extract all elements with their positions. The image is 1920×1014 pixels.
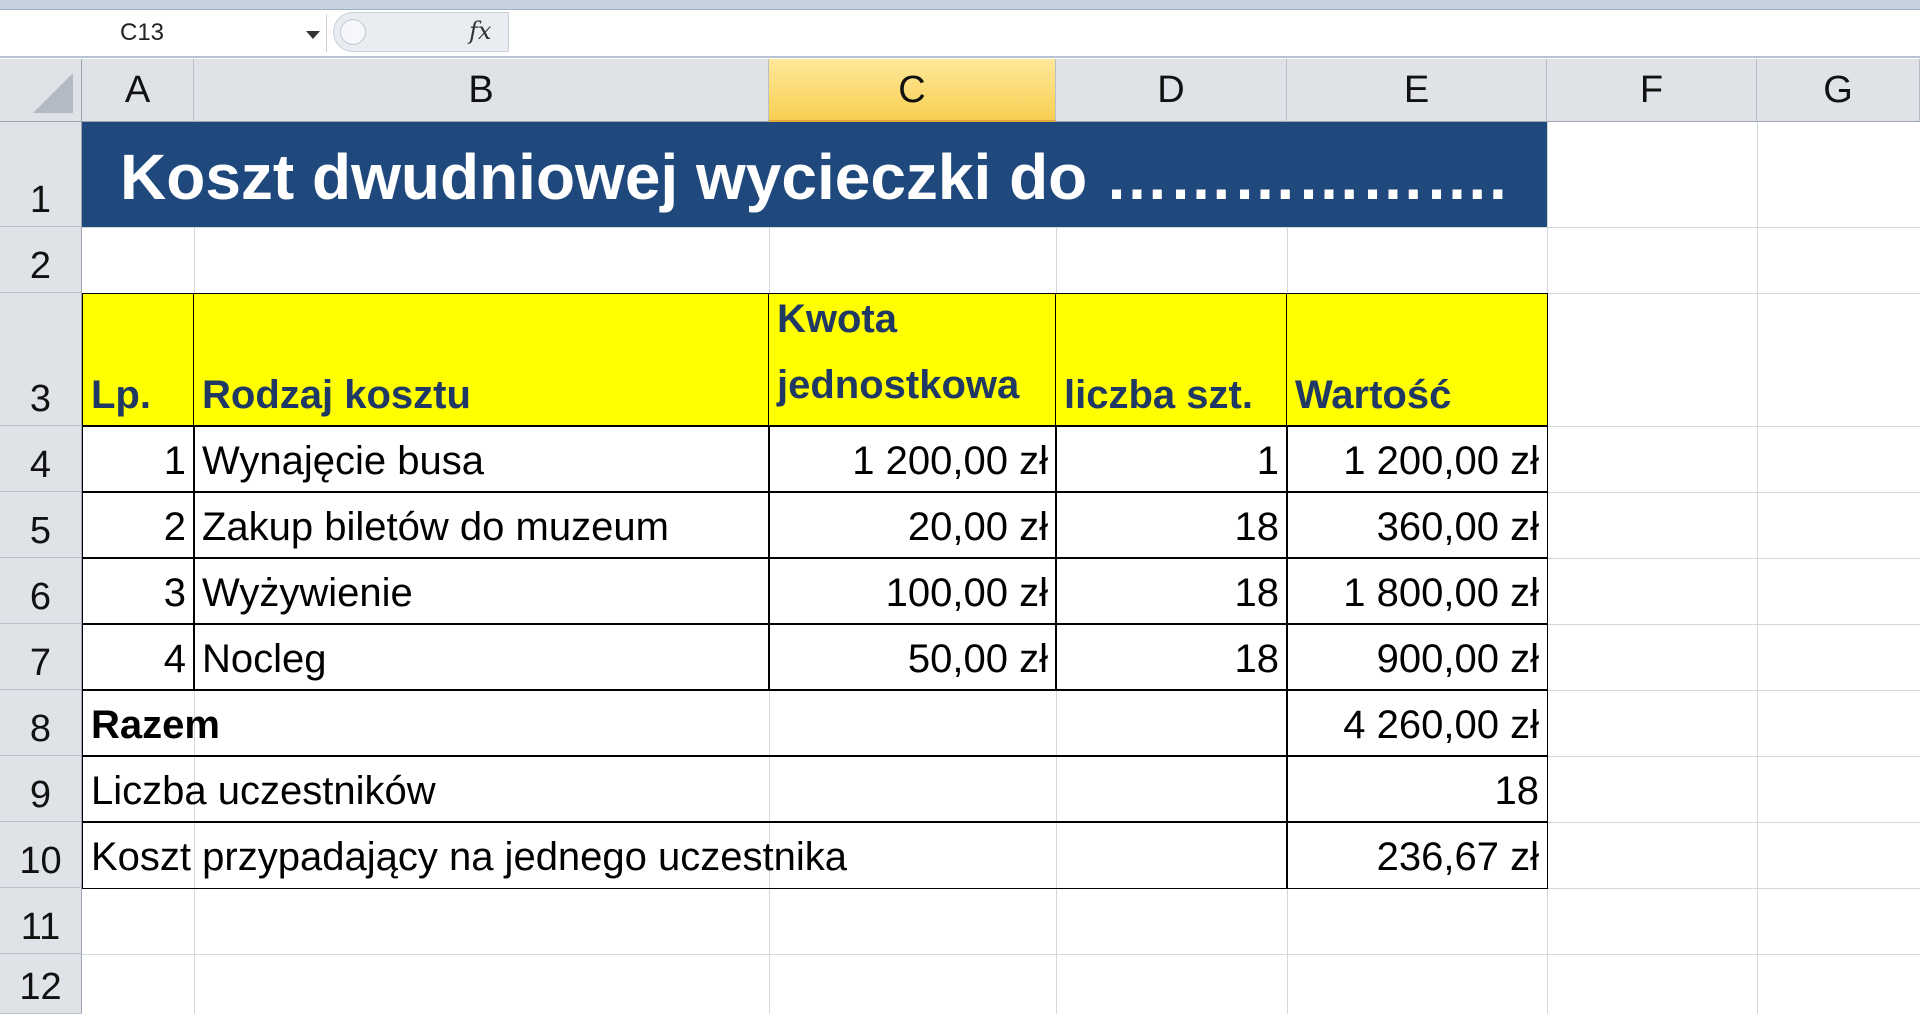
cell-e5[interactable]: 360,00 zł [1286, 491, 1548, 559]
cell-c5[interactable]: 20,00 zł [768, 491, 1057, 559]
cell-a6[interactable]: 3 [82, 557, 195, 625]
row-header-12[interactable]: 12 [0, 954, 82, 1014]
cell-b5[interactable]: Zakup biletów do muzeum [193, 491, 770, 559]
cell-a4[interactable]: 1 [82, 425, 195, 493]
cell-c6[interactable]: 100,00 zł [768, 557, 1057, 625]
row-header-5[interactable]: 5 [0, 492, 82, 558]
row-header-2[interactable]: 2 [0, 227, 82, 293]
header-lp[interactable]: Lp. [82, 293, 195, 427]
summary-value-uczestnicy[interactable]: 18 [1286, 755, 1548, 823]
header-wartosc[interactable]: Wartość [1286, 293, 1548, 427]
header-kwota-line2: jednostkowa [777, 363, 1020, 407]
row-header-9[interactable]: 9 [0, 756, 82, 822]
formula-bar: C13 fx [0, 10, 1920, 58]
row-header-11[interactable]: 11 [0, 888, 82, 954]
column-header-g[interactable]: G [1757, 59, 1920, 122]
cell-c4[interactable]: 1 200,00 zł [768, 425, 1057, 493]
insert-function-button[interactable]: fx [469, 17, 491, 45]
row-header-8[interactable]: 8 [0, 690, 82, 756]
cell-e6[interactable]: 1 800,00 zł [1286, 557, 1548, 625]
cell-e4[interactable]: 1 200,00 zł [1286, 425, 1548, 493]
header-kwota-jednostkowa[interactable]: Kwota jednostkowa [768, 293, 1057, 427]
expand-handle-icon[interactable] [340, 19, 366, 45]
cell-c7[interactable]: 50,00 zł [768, 623, 1057, 691]
summary-label-uczestnicy[interactable]: Liczba uczestników [82, 755, 1288, 823]
row-header-4[interactable]: 4 [0, 426, 82, 492]
cell-d5[interactable]: 18 [1055, 491, 1288, 559]
select-all-icon [33, 73, 73, 113]
formula-controls: fx [333, 12, 509, 52]
header-rodzaj-kosztu[interactable]: Rodzaj kosztu [193, 293, 770, 427]
formula-input[interactable] [508, 12, 1918, 52]
summary-value-koszt-na-osobe[interactable]: 236,67 zł [1286, 821, 1548, 889]
cell-e7[interactable]: 900,00 zł [1286, 623, 1548, 691]
gridline [82, 227, 1920, 228]
chevron-down-icon[interactable] [306, 31, 320, 39]
header-liczba-szt[interactable]: liczba szt. [1055, 293, 1288, 427]
cell-d7[interactable]: 18 [1055, 623, 1288, 691]
gridline [82, 954, 1920, 955]
cell-b4[interactable]: Wynajęcie busa [193, 425, 770, 493]
ribbon-edge [0, 0, 1920, 10]
summary-value-razem[interactable]: 4 260,00 zł [1286, 689, 1548, 757]
row-header-7[interactable]: 7 [0, 624, 82, 690]
summary-label-koszt-na-osobe[interactable]: Koszt przypadający na jednego uczestnika [82, 821, 1288, 889]
cell-b7[interactable]: Nocleg [193, 623, 770, 691]
row-header-6[interactable]: 6 [0, 558, 82, 624]
gridline [1757, 122, 1758, 1014]
row-header-10[interactable]: 10 [0, 822, 82, 888]
cell-d6[interactable]: 18 [1055, 557, 1288, 625]
select-all-button[interactable] [0, 59, 82, 122]
column-header-f[interactable]: F [1547, 59, 1757, 122]
header-kwota-line1: Kwota [777, 297, 897, 341]
name-box-value: C13 [120, 19, 165, 46]
name-box[interactable]: C13 [0, 14, 327, 52]
column-header-e[interactable]: E [1287, 59, 1547, 122]
cell-d4[interactable]: 1 [1055, 425, 1288, 493]
summary-label-razem[interactable]: Razem [82, 689, 1288, 757]
cell-a5[interactable]: 2 [82, 491, 195, 559]
column-header-a[interactable]: A [82, 59, 194, 122]
sheet-title: Koszt dwudniowej wycieczki do ………………. [120, 141, 1507, 213]
row-header-3[interactable]: 3 [0, 293, 82, 426]
cell-a7[interactable]: 4 [82, 623, 195, 691]
column-header-c[interactable]: C [769, 59, 1056, 122]
cell-b6[interactable]: Wyżywienie [193, 557, 770, 625]
column-header-d[interactable]: D [1056, 59, 1287, 122]
row-header-1[interactable]: 1 [0, 122, 82, 227]
column-header-b[interactable]: B [194, 59, 769, 122]
